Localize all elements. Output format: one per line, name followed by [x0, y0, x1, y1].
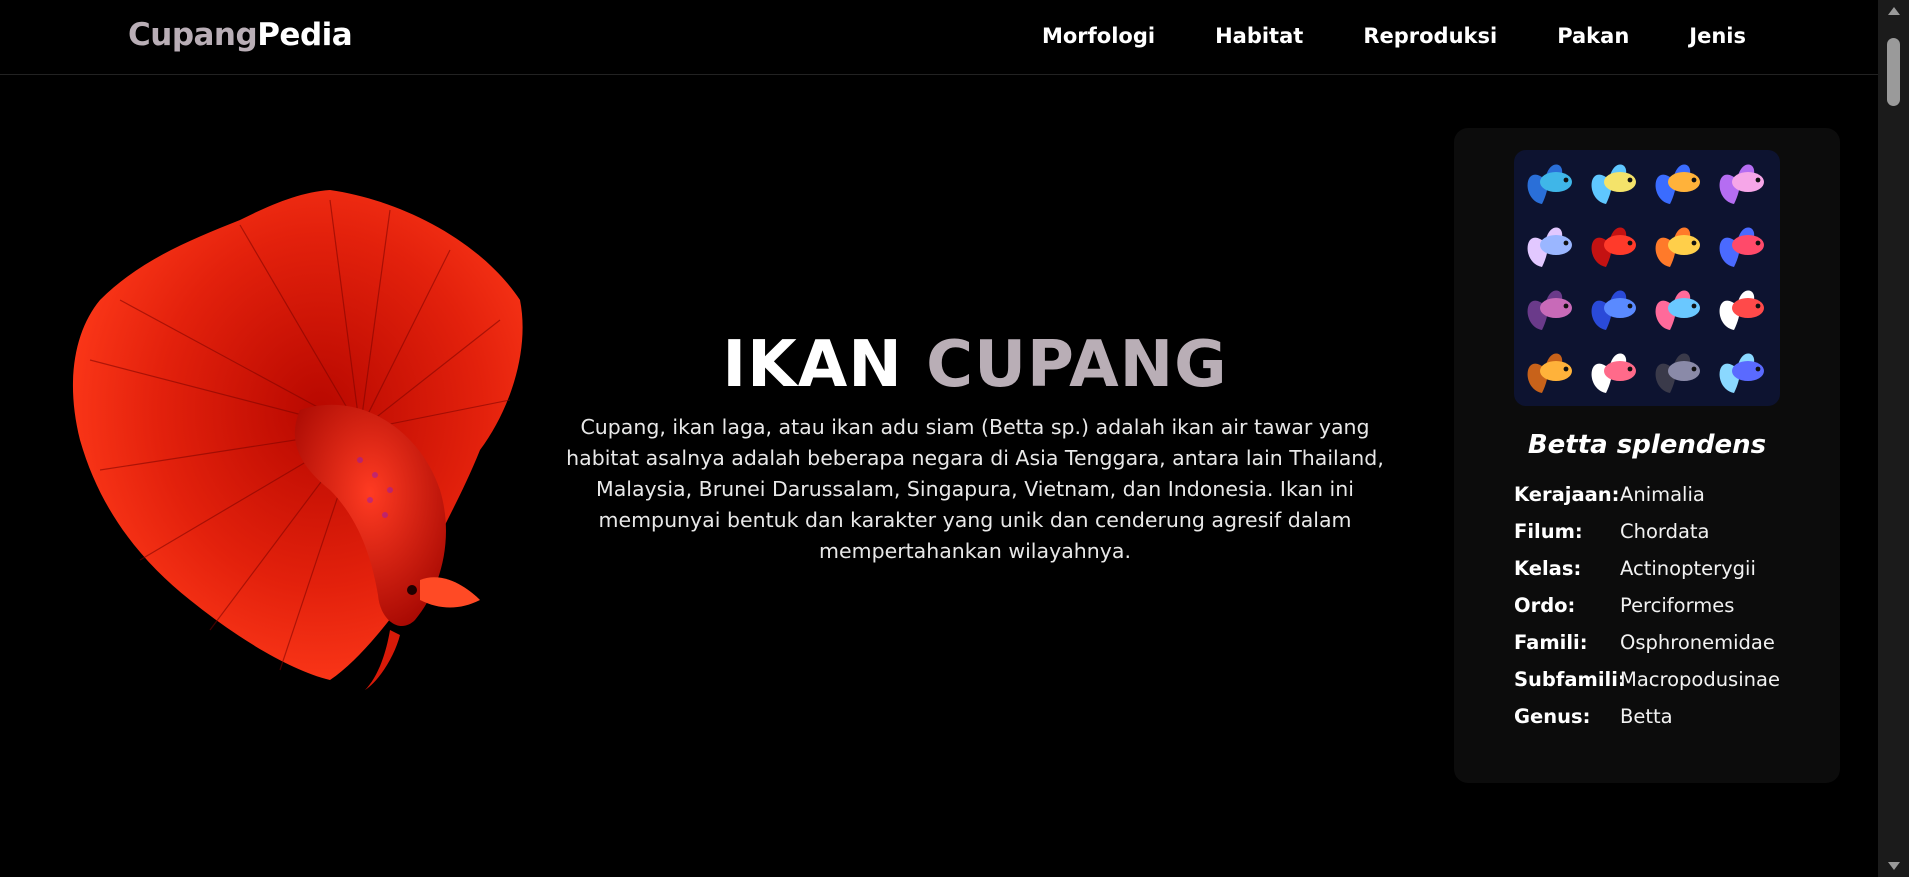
- betta-variety-icon: [1655, 227, 1700, 267]
- triangle-down-icon: [1887, 862, 1900, 870]
- logo-part-cupang: Cupang: [128, 17, 258, 53]
- betta-variety-icon: [1591, 290, 1636, 330]
- taxonomy-row: Genus: Betta: [1514, 698, 1780, 735]
- taxonomy-key: Ordo:: [1514, 594, 1576, 617]
- hero-title-ikan: IKAN: [722, 328, 903, 402]
- vertical-scrollbar[interactable]: [1878, 0, 1909, 877]
- logo[interactable]: CupangPedia: [128, 17, 353, 53]
- taxonomy-row: Ordo: Perciformes: [1514, 587, 1780, 624]
- betta-varieties-svg: [1527, 164, 1764, 393]
- taxonomy-value: Osphronemidae: [1620, 631, 1775, 654]
- betta-variety-icon: [1591, 353, 1636, 393]
- taxonomy-key: Genus:: [1514, 705, 1591, 728]
- triangle-up-icon: [1887, 7, 1900, 15]
- betta-variety-icon: [1591, 227, 1636, 267]
- taxonomy-row: Kelas: Actinopterygii: [1514, 550, 1780, 587]
- nav-link-jenis[interactable]: Jenis: [1689, 24, 1746, 48]
- nav-link-morfologi[interactable]: Morfologi: [1042, 24, 1155, 48]
- scrollbar-thumb[interactable]: [1887, 38, 1900, 106]
- taxonomy-row: Filum: Chordata: [1514, 513, 1780, 550]
- main-nav: Morfologi Habitat Reproduksi Pakan Jenis: [1042, 24, 1746, 48]
- betta-variety-icon: [1527, 227, 1572, 267]
- betta-variety-icon: [1719, 227, 1764, 267]
- taxonomy-value: Betta: [1620, 705, 1673, 728]
- betta-varieties-illustration: [1514, 150, 1780, 406]
- betta-variety-icon: [1719, 353, 1764, 393]
- scroll-up-button[interactable]: [1878, 0, 1909, 22]
- betta-variety-icon: [1591, 164, 1636, 204]
- logo-part-pedia: Pedia: [257, 17, 353, 53]
- taxonomy-card: Betta splendens Kerajaan: Animalia Filum…: [1454, 128, 1840, 783]
- betta-variety-icon: [1655, 353, 1700, 393]
- species-name: Betta splendens: [1527, 430, 1767, 460]
- betta-variety-icon: [1527, 353, 1572, 393]
- betta-variety-icon: [1719, 164, 1764, 204]
- taxonomy-value: Macropodusinae: [1620, 668, 1780, 691]
- scroll-down-button[interactable]: [1878, 855, 1909, 877]
- nav-link-pakan[interactable]: Pakan: [1557, 24, 1629, 48]
- hero-betta-fish-image: [60, 180, 540, 700]
- hero-title: IKAN CUPANG: [560, 328, 1390, 402]
- taxonomy-key: Filum:: [1514, 520, 1583, 543]
- hero-title-cupang: CUPANG: [926, 328, 1228, 402]
- taxonomy-value: Animalia: [1620, 483, 1705, 506]
- taxonomy-row: Kerajaan: Animalia: [1514, 476, 1780, 513]
- taxonomy-value: Actinopterygii: [1620, 557, 1756, 580]
- betta-variety-icon: [1527, 290, 1572, 330]
- taxonomy-row: Famili: Osphronemidae: [1514, 624, 1780, 661]
- betta-variety-icon: [1655, 164, 1700, 204]
- taxonomy-value: Chordata: [1620, 520, 1710, 543]
- betta-variety-icon: [1719, 290, 1764, 330]
- taxonomy-table: Kerajaan: Animalia Filum: Chordata Kelas…: [1514, 476, 1780, 735]
- taxonomy-key: Famili:: [1514, 631, 1588, 654]
- page: CupangPedia Morfologi Habitat Reproduksi…: [0, 0, 1878, 877]
- taxonomy-key: Subfamili:: [1514, 668, 1626, 691]
- taxonomy-key: Kelas:: [1514, 557, 1582, 580]
- taxonomy-row: Subfamili: Macropodusinae: [1514, 661, 1780, 698]
- hero-description: Cupang, ikan laga, atau ikan adu siam (B…: [566, 415, 1384, 563]
- nav-link-habitat[interactable]: Habitat: [1215, 24, 1303, 48]
- taxonomy-key: Kerajaan:: [1514, 483, 1620, 506]
- betta-variety-icon: [1527, 164, 1572, 204]
- navbar: CupangPedia Morfologi Habitat Reproduksi…: [0, 0, 1878, 75]
- nav-link-reproduksi[interactable]: Reproduksi: [1363, 24, 1497, 48]
- taxonomy-value: Perciformes: [1620, 594, 1735, 617]
- betta-variety-icon: [1655, 290, 1700, 330]
